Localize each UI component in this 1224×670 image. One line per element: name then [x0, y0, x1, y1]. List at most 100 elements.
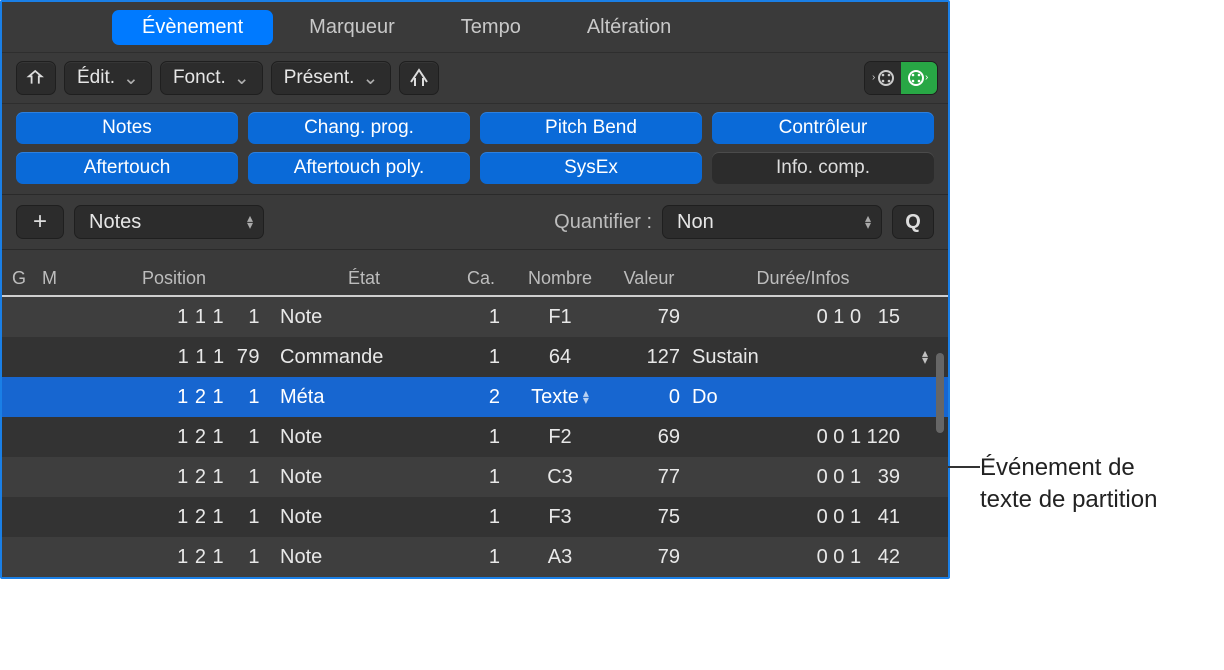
- edit-menu[interactable]: Édit. ⌄: [64, 61, 152, 95]
- cell-value[interactable]: 77: [610, 466, 688, 489]
- event-type-value: Notes: [89, 211, 141, 234]
- filter-pitch-bend[interactable]: Pitch Bend: [480, 112, 702, 144]
- col-duree[interactable]: Durée/Infos: [688, 268, 918, 289]
- table-row[interactable]: 1 1 1 79Commande164127Sustain ▴▾: [2, 337, 948, 377]
- cell-number[interactable]: Texte▴▾: [510, 386, 610, 409]
- view-menu[interactable]: Présent. ⌄: [271, 61, 392, 95]
- event-list-panel: Évènement Marqueur Tempo Altération Édit…: [0, 0, 950, 579]
- table-row[interactable]: 1 2 1 1Note1C3770 0 1 39: [2, 457, 948, 497]
- table-row[interactable]: 1 2 1 1Méta2Texte▴▾0Do: [2, 377, 948, 417]
- cell-position[interactable]: 1 2 1 1: [72, 546, 276, 569]
- cell-channel[interactable]: 1: [452, 546, 510, 569]
- palette-in-icon: ›: [865, 62, 901, 94]
- filter-sysex[interactable]: SysEx: [480, 152, 702, 184]
- cell-duration[interactable]: 0 0 1 41: [688, 506, 918, 529]
- cell-number[interactable]: F1: [510, 306, 610, 329]
- add-event-button[interactable]: +: [16, 205, 64, 239]
- cell-value[interactable]: 69: [610, 426, 688, 449]
- up-level-button[interactable]: [16, 61, 56, 95]
- annotation-callout: Événement de texte de partition: [980, 452, 1157, 517]
- add-event-bar: + Notes ▴▾ Quantifier : Non ▴▾ Q: [2, 195, 948, 250]
- filter-comp-info[interactable]: Info. comp.: [712, 152, 934, 184]
- chevron-down-icon: ⌄: [123, 67, 139, 90]
- filter-notes[interactable]: Notes: [16, 112, 238, 144]
- cell-channel[interactable]: 1: [452, 506, 510, 529]
- cell-duration[interactable]: Sustain: [688, 346, 918, 369]
- table-row[interactable]: 1 2 1 1Note1A3790 0 1 42: [2, 537, 948, 577]
- col-etat[interactable]: État: [276, 268, 452, 289]
- color-palette-toggle[interactable]: › ›: [864, 61, 938, 95]
- col-valeur[interactable]: Valeur: [610, 268, 688, 289]
- cell-channel[interactable]: 2: [452, 386, 510, 409]
- cell-etat[interactable]: Méta: [276, 386, 452, 409]
- col-ca[interactable]: Ca.: [452, 268, 510, 289]
- callout-line2: texte de partition: [980, 484, 1157, 516]
- vertical-scrollbar[interactable]: [936, 353, 944, 433]
- cell-duration[interactable]: 0 0 1 39: [688, 466, 918, 489]
- table-row[interactable]: 1 2 1 1Note1F3750 0 1 41: [2, 497, 948, 537]
- table-header: G M Position État Ca. Nombre Valeur Duré…: [2, 250, 948, 297]
- updown-icon: ▴▾: [583, 390, 589, 404]
- updown-icon: ▴▾: [247, 215, 253, 229]
- cell-value[interactable]: 79: [610, 546, 688, 569]
- view-menu-label: Présent.: [284, 67, 355, 89]
- quantize-apply-button[interactable]: Q: [892, 205, 934, 239]
- cell-position[interactable]: 1 2 1 1: [72, 506, 276, 529]
- quantize-select[interactable]: Non ▴▾: [662, 205, 882, 239]
- cell-number[interactable]: A3: [510, 546, 610, 569]
- cell-number[interactable]: F2: [510, 426, 610, 449]
- cell-duration[interactable]: 0 0 1 42: [688, 546, 918, 569]
- cell-etat[interactable]: Note: [276, 306, 452, 329]
- functions-menu[interactable]: Fonct. ⌄: [160, 61, 263, 95]
- cell-number[interactable]: F3: [510, 506, 610, 529]
- col-nombre[interactable]: Nombre: [510, 268, 610, 289]
- cell-position[interactable]: 1 2 1 1: [72, 426, 276, 449]
- cell-etat[interactable]: Note: [276, 506, 452, 529]
- cell-position[interactable]: 1 1 1 1: [72, 306, 276, 329]
- cell-position[interactable]: 1 2 1 1: [72, 466, 276, 489]
- table-row[interactable]: 1 2 1 1Note1F2690 0 1 120: [2, 417, 948, 457]
- col-m[interactable]: M: [42, 268, 72, 289]
- cell-channel[interactable]: 1: [452, 306, 510, 329]
- cell-value[interactable]: 79: [610, 306, 688, 329]
- filter-controller[interactable]: Contrôleur: [712, 112, 934, 144]
- cell-duration[interactable]: 0 0 1 120: [688, 426, 918, 449]
- cell-etat[interactable]: Note: [276, 466, 452, 489]
- toolbar: Édit. ⌄ Fonct. ⌄ Présent. ⌄: [2, 52, 948, 104]
- cell-trailing: ▴▾: [918, 346, 938, 369]
- cell-etat[interactable]: Note: [276, 546, 452, 569]
- cell-position[interactable]: 1 2 1 1: [72, 386, 276, 409]
- cell-duration[interactable]: 0 1 0 15: [688, 306, 918, 329]
- cell-channel[interactable]: 1: [452, 426, 510, 449]
- col-position[interactable]: Position: [72, 268, 276, 289]
- tab-event[interactable]: Évènement: [112, 10, 273, 45]
- cell-channel[interactable]: 1: [452, 346, 510, 369]
- callout-line1: Événement de: [980, 452, 1157, 484]
- table-row[interactable]: 1 1 1 1Note1F1790 1 0 15: [2, 297, 948, 337]
- tab-tempo[interactable]: Tempo: [431, 10, 551, 45]
- palette-out-icon: ›: [901, 62, 937, 94]
- cell-duration[interactable]: Do: [688, 386, 918, 409]
- cell-etat[interactable]: Commande: [276, 346, 452, 369]
- filter-aftertouch[interactable]: Aftertouch: [16, 152, 238, 184]
- chevron-down-icon: ⌄: [234, 67, 250, 90]
- cell-etat[interactable]: Note: [276, 426, 452, 449]
- cell-value[interactable]: 0: [610, 386, 688, 409]
- cell-number[interactable]: C3: [510, 466, 610, 489]
- midi-thru-button[interactable]: [399, 61, 439, 95]
- cell-value[interactable]: 75: [610, 506, 688, 529]
- cell-number[interactable]: 64: [510, 346, 610, 369]
- updown-icon[interactable]: ▴▾: [922, 350, 928, 364]
- tabs-bar: Évènement Marqueur Tempo Altération: [2, 2, 948, 52]
- col-g[interactable]: G: [12, 268, 42, 289]
- svg-text:›: ›: [925, 72, 928, 83]
- cell-value[interactable]: 127: [610, 346, 688, 369]
- cell-channel[interactable]: 1: [452, 466, 510, 489]
- tab-marker[interactable]: Marqueur: [279, 10, 425, 45]
- tab-alteration[interactable]: Altération: [557, 10, 702, 45]
- filter-poly-aftertouch[interactable]: Aftertouch poly.: [248, 152, 470, 184]
- event-table-body: 1 1 1 1Note1F1790 1 0 151 1 1 79Commande…: [2, 297, 948, 577]
- cell-position[interactable]: 1 1 1 79: [72, 346, 276, 369]
- filter-program-change[interactable]: Chang. prog.: [248, 112, 470, 144]
- event-type-select[interactable]: Notes ▴▾: [74, 205, 264, 239]
